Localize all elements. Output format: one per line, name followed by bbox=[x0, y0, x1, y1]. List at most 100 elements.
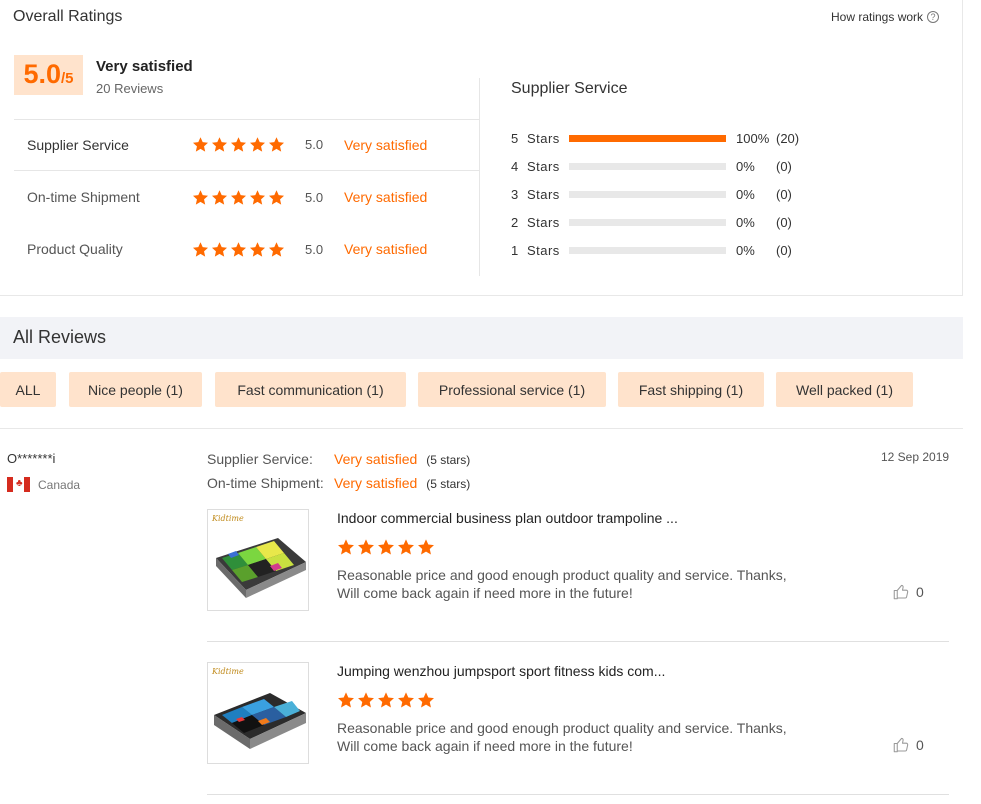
star-icon bbox=[268, 136, 285, 153]
category-score: 5.0 bbox=[305, 189, 324, 205]
filter-chip-fast-shipping[interactable]: Fast shipping (1) bbox=[618, 372, 764, 407]
service-satisfaction: Very satisfied bbox=[334, 451, 418, 467]
how-ratings-work-link[interactable]: How ratings work ? bbox=[831, 10, 940, 24]
overall-ratings-title: Overall Ratings bbox=[13, 8, 123, 25]
distribution-bar-fill bbox=[569, 134, 726, 142]
reviewer-name: O*******i bbox=[7, 451, 56, 466]
review-text: Reasonable price and good enough product… bbox=[337, 567, 787, 601]
distribution-percent: 0% bbox=[736, 158, 755, 174]
like-button[interactable]: 0 bbox=[892, 736, 924, 754]
distribution-percent: 0% bbox=[736, 186, 755, 202]
star-icon bbox=[211, 136, 228, 153]
distribution-row[interactable]: 3 Stars 0% (0) bbox=[511, 184, 792, 204]
product-rating-stars bbox=[337, 691, 435, 709]
overall-ratings-panel: Overall Ratings How ratings work ? 5.0 /… bbox=[0, 0, 963, 296]
star-icon bbox=[357, 691, 375, 709]
distribution-label: 3 Stars bbox=[511, 186, 560, 202]
service-satisfaction: Very satisfied bbox=[334, 475, 418, 491]
distribution-bar bbox=[569, 246, 726, 254]
how-ratings-work-label[interactable]: How ratings work bbox=[831, 10, 923, 24]
category-label: On-time Shipment bbox=[27, 189, 140, 205]
star-icon bbox=[268, 189, 285, 206]
product-rating-stars bbox=[337, 538, 435, 556]
service-stars-text: (5 stars) bbox=[426, 477, 471, 491]
like-count: 0 bbox=[916, 737, 924, 753]
service-stars-text: (5 stars) bbox=[426, 453, 471, 467]
category-row-supplier-service[interactable]: Supplier Service 5.0 Very satisfied bbox=[14, 119, 480, 171]
review-text: Reasonable price and good enough product… bbox=[337, 720, 787, 754]
distribution-label: 5 Stars bbox=[511, 130, 560, 146]
star-icon bbox=[249, 189, 266, 206]
product-thumbnail[interactable]: Kidtime bbox=[207, 509, 309, 611]
review-date: 12 Sep 2019 bbox=[881, 450, 950, 464]
product-thumbnail[interactable]: Kidtime bbox=[207, 662, 309, 764]
filter-chip-professional-service[interactable]: Professional service (1) bbox=[418, 372, 606, 407]
thumbs-up-icon[interactable] bbox=[892, 583, 910, 601]
distribution-percent: 100% bbox=[736, 130, 770, 146]
filter-chip-nice-people[interactable]: Nice people (1) bbox=[69, 372, 202, 407]
star-icon bbox=[337, 691, 355, 709]
country-name: Canada bbox=[38, 477, 81, 492]
distribution-bar bbox=[569, 162, 726, 170]
filter-chip-fast-communication[interactable]: Fast communication (1) bbox=[215, 372, 406, 407]
star-icon bbox=[230, 189, 247, 206]
star-icon bbox=[192, 189, 209, 206]
distribution-bar bbox=[569, 190, 726, 198]
distribution-label: 2 Stars bbox=[511, 214, 560, 230]
filter-chip-well-packed[interactable]: Well packed (1) bbox=[776, 372, 913, 407]
divider bbox=[0, 428, 963, 429]
distribution-row[interactable]: 2 Stars 0% (0) bbox=[511, 212, 792, 232]
star-icon bbox=[397, 538, 415, 556]
category-stars bbox=[192, 189, 305, 206]
overall-satisfaction: Very satisfied bbox=[96, 58, 193, 75]
category-score: 5.0 bbox=[305, 241, 324, 257]
review-service-row: Supplier Service: Very satisfied (5 star… bbox=[207, 451, 470, 467]
product-title-link[interactable]: Indoor commercial business plan outdoor … bbox=[337, 510, 678, 526]
star-icon bbox=[230, 136, 247, 153]
filter-chip-all[interactable]: ALL bbox=[0, 372, 56, 407]
star-icon bbox=[268, 241, 285, 258]
distribution-percent: 0% bbox=[736, 214, 755, 230]
category-stars bbox=[192, 136, 305, 153]
star-icon bbox=[230, 241, 247, 258]
product-brand-logo: Kidtime bbox=[212, 667, 244, 676]
like-count: 0 bbox=[916, 584, 924, 600]
canada-flag-icon: ♣ bbox=[7, 477, 30, 492]
distribution-row[interactable]: 4 Stars 0% (0) bbox=[511, 156, 792, 176]
distribution-count: (0) bbox=[776, 214, 792, 230]
distribution-count: (0) bbox=[776, 242, 792, 258]
distribution-bar bbox=[569, 218, 726, 226]
review-count: 20 Reviews bbox=[96, 81, 164, 96]
category-satisfaction: Very satisfied bbox=[344, 136, 428, 153]
distribution-row[interactable]: 1 Stars 0% (0) bbox=[511, 240, 792, 260]
all-reviews-header: All Reviews bbox=[0, 317, 963, 359]
like-button[interactable]: 0 bbox=[892, 583, 924, 601]
review-product-item: Kidtime Jumping wenzhou jumpsport sport … bbox=[207, 662, 949, 795]
category-stars bbox=[192, 241, 305, 258]
distribution-bar bbox=[569, 134, 726, 142]
category-satisfaction: Very satisfied bbox=[344, 241, 428, 257]
distribution-label: 1 Stars bbox=[511, 242, 560, 258]
review-product-item: Kidtime Indoor commercial business plan … bbox=[207, 509, 949, 642]
category-satisfaction: Very satisfied bbox=[344, 189, 428, 205]
star-icon bbox=[192, 241, 209, 258]
category-row-on-time-shipment[interactable]: On-time Shipment 5.0 Very satisfied bbox=[14, 171, 480, 223]
star-icon bbox=[417, 538, 435, 556]
star-icon bbox=[417, 691, 435, 709]
review-service-row: On-time Shipment: Very satisfied (5 star… bbox=[207, 475, 470, 491]
category-row-product-quality[interactable]: Product Quality 5.0 Very satisfied bbox=[14, 223, 480, 275]
help-icon[interactable]: ? bbox=[927, 11, 940, 23]
star-icon bbox=[397, 691, 415, 709]
all-reviews-title: All Reviews bbox=[13, 327, 107, 347]
star-icon bbox=[357, 538, 375, 556]
distribution-count: (0) bbox=[776, 186, 792, 202]
thumbs-up-icon[interactable] bbox=[892, 736, 910, 754]
star-icon bbox=[249, 136, 266, 153]
product-brand-logo: Kidtime bbox=[212, 514, 244, 523]
star-icon bbox=[192, 136, 209, 153]
category-label: Product Quality bbox=[27, 241, 123, 257]
service-label: On-time Shipment: bbox=[207, 475, 324, 491]
overall-score-badge: 5.0 /5 bbox=[14, 55, 83, 95]
distribution-row[interactable]: 5 Stars 100% (20) bbox=[511, 128, 799, 148]
product-title-link[interactable]: Jumping wenzhou jumpsport sport fitness … bbox=[337, 663, 665, 679]
